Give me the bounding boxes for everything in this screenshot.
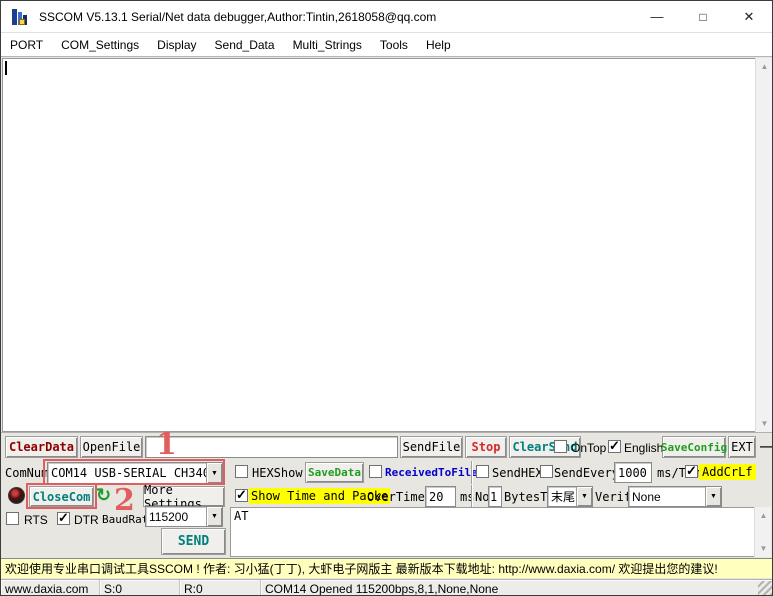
open-file-button[interactable]: OpenFile <box>80 436 143 458</box>
rts-checkbox[interactable] <box>6 512 19 525</box>
more-settings-button[interactable]: More Settings <box>143 486 225 507</box>
com-port-select[interactable]: COM14 USB-SERIAL CH340K ▼ <box>47 462 223 484</box>
menu-com-settings[interactable]: COM_Settings <box>52 33 148 56</box>
bytes-to-value: 末尾 <box>548 488 576 505</box>
send-scroll-up-icon[interactable]: ▲ <box>755 508 772 523</box>
verify-select[interactable]: None ▼ <box>628 486 722 507</box>
dtr-checkbox[interactable] <box>57 512 70 525</box>
menu-send-data[interactable]: Send_Data <box>206 33 284 56</box>
save-data-button[interactable]: SaveData <box>305 462 364 483</box>
ontop-checkbox[interactable] <box>554 440 567 453</box>
verify-dropdown-icon[interactable]: ▼ <box>705 487 721 506</box>
menu-bar: PORT COM_Settings Display Send_Data Mult… <box>1 33 772 57</box>
send-file-button[interactable]: SendFile <box>400 436 463 458</box>
comnum-label: ComNum <box>5 466 48 480</box>
close-com-button[interactable]: CloseCom <box>29 486 94 507</box>
maximize-button[interactable]: □ <box>680 1 726 32</box>
ontop-label: OnTop <box>571 441 606 455</box>
received-to-file-label: ReceivedToFile <box>385 466 478 479</box>
dtr-label: DTR <box>74 513 99 527</box>
window-title: SSCOM V5.13.1 Serial/Net data debugger,A… <box>39 10 436 24</box>
send-button[interactable]: SEND <box>161 528 226 555</box>
app-icon <box>11 7 31 27</box>
menu-multi-strings[interactable]: Multi_Strings <box>284 33 371 56</box>
refresh-ports-icon[interactable]: ↻ <box>96 485 111 506</box>
sscom-window: SSCOM V5.13.1 Serial/Net data debugger,A… <box>0 0 773 596</box>
sendhex-label: SendHEX <box>492 466 543 480</box>
com-status-led-icon <box>8 487 25 504</box>
sendevery-checkbox[interactable] <box>540 465 553 478</box>
scroll-up-icon[interactable]: ▲ <box>756 59 773 74</box>
com-port-value: COM14 USB-SERIAL CH340K <box>48 466 206 480</box>
received-to-file-checkbox[interactable] <box>369 465 382 478</box>
send-scroll-down-icon[interactable]: ▼ <box>755 541 772 556</box>
status-bar: www.daxia.com S:0 R:0 COM14 Opened 11520… <box>1 579 773 596</box>
status-sent-count: S:0 <box>100 580 180 596</box>
addcrlf-label: AddCrLf <box>699 464 756 480</box>
bytes-to-dropdown-icon[interactable]: ▼ <box>576 487 592 506</box>
menu-display[interactable]: Display <box>148 33 205 56</box>
close-button[interactable]: ✕ <box>726 1 772 32</box>
minimize-button[interactable]: — <box>634 1 680 32</box>
panel-dash-icon: — <box>760 439 772 453</box>
packet-no-input[interactable] <box>488 486 502 507</box>
sendevery-interval-input[interactable] <box>614 462 652 483</box>
scroll-down-icon[interactable]: ▼ <box>756 416 773 431</box>
title-bar: SSCOM V5.13.1 Serial/Net data debugger,A… <box>1 1 772 33</box>
menu-help[interactable]: Help <box>417 33 460 56</box>
overtime-input[interactable] <box>425 486 456 507</box>
hexshow-checkbox[interactable] <box>235 465 248 478</box>
stop-button[interactable]: Stop <box>465 436 507 458</box>
baudrate-dropdown-icon[interactable]: ▼ <box>206 507 222 526</box>
sendhex-checkbox[interactable] <box>476 465 489 478</box>
hexshow-label: HEXShow <box>252 466 303 480</box>
send-area-scrollbar[interactable]: ▲ ▼ <box>754 507 771 557</box>
baudrate-value: 115200 <box>146 510 206 524</box>
text-caret <box>5 61 7 75</box>
terminal-scrollbar[interactable]: ▲ ▼ <box>755 58 772 432</box>
receive-terminal[interactable] <box>2 58 773 432</box>
english-checkbox[interactable] <box>608 440 621 453</box>
menu-tools[interactable]: Tools <box>371 33 417 56</box>
overtime-label: OverTime: <box>367 490 432 504</box>
menu-port[interactable]: PORT <box>1 33 52 56</box>
ext-button[interactable]: EXT <box>728 436 756 458</box>
file-path-input[interactable] <box>145 436 398 458</box>
verify-value: None <box>629 490 705 504</box>
status-port-info: COM14 Opened 115200bps,8,1,None,None <box>261 580 773 596</box>
show-time-checkbox[interactable] <box>235 489 248 502</box>
addcrlf-checkbox[interactable] <box>685 465 698 478</box>
baudrate-select[interactable]: 115200 ▼ <box>145 506 223 527</box>
clear-data-button[interactable]: ClearData <box>5 436 78 458</box>
save-config-button[interactable]: SaveConfig <box>662 436 726 458</box>
info-bar: 欢迎使用专业串口调试工具SSCOM ! 作者: 习小猛(丁丁), 大虾电子网版主… <box>1 558 773 578</box>
com-dropdown-icon[interactable]: ▼ <box>206 463 222 483</box>
bytes-to-select[interactable]: 末尾 ▼ <box>547 486 593 507</box>
resize-grip[interactable] <box>758 581 772 595</box>
send-text-area[interactable]: AT <box>230 507 757 557</box>
status-received-count: R:0 <box>180 580 261 596</box>
english-label: English <box>624 441 663 455</box>
status-site[interactable]: www.daxia.com <box>1 580 100 596</box>
rts-label: RTS <box>24 513 48 527</box>
